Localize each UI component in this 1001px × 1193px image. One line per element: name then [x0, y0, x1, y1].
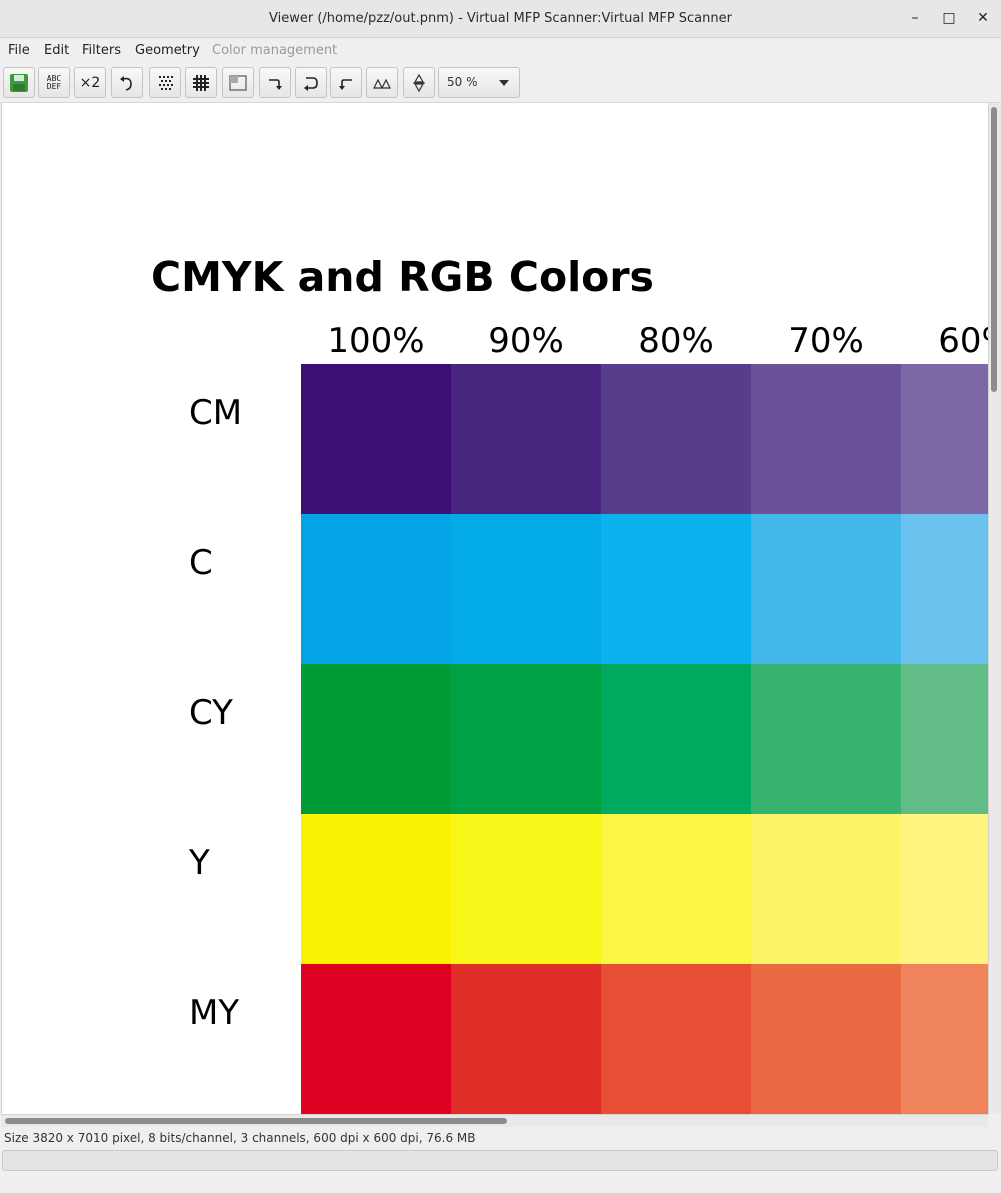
- title-bar: Viewer (/home/pzz/out.pnm) - Virtual MFP…: [0, 0, 1001, 38]
- color-swatch: [901, 664, 988, 814]
- color-swatch: [601, 964, 751, 1114]
- color-swatch: [601, 664, 751, 814]
- undo-button[interactable]: [111, 67, 143, 98]
- ocr-button[interactable]: ABC DEF: [38, 67, 70, 98]
- menu-edit[interactable]: Edit: [44, 38, 69, 64]
- horizontal-scrollbar[interactable]: [1, 1114, 988, 1127]
- color-swatch: [301, 664, 451, 814]
- document-title: CMYK and RGB Colors: [151, 253, 654, 301]
- color-swatch: [301, 364, 451, 514]
- status-bar: Size 3820 x 7010 pixel, 8 bits/channel, …: [4, 1131, 476, 1145]
- mirror-vertical-icon: [413, 73, 425, 92]
- menu-bar: File Edit Filters Geometry Color managem…: [0, 38, 1001, 64]
- color-swatch: [451, 964, 601, 1114]
- color-swatch: [301, 814, 451, 964]
- color-swatch: [751, 664, 901, 814]
- color-swatch: [901, 814, 988, 964]
- color-swatch: [751, 364, 901, 514]
- grid-button[interactable]: [185, 67, 217, 98]
- row-label: Y: [189, 843, 210, 883]
- menu-file[interactable]: File: [8, 38, 30, 64]
- chevron-down-icon: [499, 80, 509, 86]
- row-label: MY: [189, 993, 240, 1033]
- color-swatch: [601, 514, 751, 664]
- scale-x2-button[interactable]: ×2: [74, 67, 106, 98]
- grid-icon: [193, 74, 209, 91]
- mirror-horizontal-icon: [373, 78, 391, 89]
- rotate-right-icon: [269, 78, 282, 90]
- progress-bar: [2, 1150, 998, 1171]
- menu-color-management: Color management: [212, 43, 338, 58]
- scale-x2-icon: ×2: [79, 74, 101, 91]
- image-viewport[interactable]: CMYK and RGB Colors 100% 90% 80% 70% 60%…: [1, 103, 988, 1114]
- color-swatch: [751, 814, 901, 964]
- save-icon: [10, 73, 28, 92]
- color-swatch: [451, 814, 601, 964]
- color-swatch: [451, 664, 601, 814]
- undo-icon: [120, 75, 132, 91]
- menu-filters[interactable]: Filters: [82, 38, 121, 64]
- rotate-180-button[interactable]: [295, 67, 327, 98]
- row-label: C: [189, 543, 213, 583]
- color-swatch: [451, 514, 601, 664]
- dither-button[interactable]: [149, 67, 181, 98]
- color-swatch: [301, 964, 451, 1114]
- menu-geometry[interactable]: Geometry: [135, 38, 200, 64]
- color-swatch: [901, 364, 988, 514]
- mirror-horizontal-button[interactable]: [366, 67, 398, 98]
- window-title: Viewer (/home/pzz/out.pnm) - Virtual MFP…: [269, 11, 732, 26]
- ocr-icon: ABC DEF: [46, 73, 62, 91]
- color-swatch: [901, 514, 988, 664]
- column-label: 80%: [638, 321, 714, 361]
- dither-icon: [159, 75, 173, 90]
- color-swatch: [601, 364, 751, 514]
- rotate-180-icon: [304, 76, 318, 91]
- color-swatch: [601, 814, 751, 964]
- viewer-window: Viewer (/home/pzz/out.pnm) - Virtual MFP…: [0, 0, 1001, 1193]
- color-swatch: [751, 514, 901, 664]
- column-label: 100%: [327, 321, 425, 361]
- vertical-scrollbar-thumb[interactable]: [991, 107, 997, 392]
- toolbar: ABC DEF ×2 50 %: [0, 64, 1001, 103]
- vertical-scrollbar[interactable]: [988, 103, 1001, 1114]
- crop-button[interactable]: [222, 67, 254, 98]
- maximize-button[interactable]: □: [937, 6, 961, 30]
- zoom-select[interactable]: 50 %: [438, 67, 520, 98]
- color-swatch: [901, 964, 988, 1114]
- column-label: 60%: [938, 321, 988, 361]
- row-label: CY: [189, 693, 233, 733]
- close-button[interactable]: ✕: [971, 6, 995, 30]
- rotate-right-button[interactable]: [259, 67, 291, 98]
- row-label: CM: [189, 393, 243, 433]
- rotate-left-button[interactable]: [330, 67, 362, 98]
- crop-icon: [229, 74, 247, 91]
- column-label: 90%: [488, 321, 564, 361]
- column-label: 70%: [788, 321, 864, 361]
- color-swatch: [751, 964, 901, 1114]
- mirror-vertical-button[interactable]: [403, 67, 435, 98]
- rotate-left-icon: [339, 78, 352, 90]
- save-button[interactable]: [3, 67, 35, 98]
- color-swatch: [301, 514, 451, 664]
- zoom-value: 50 %: [447, 75, 478, 89]
- minimize-button[interactable]: –: [903, 6, 927, 30]
- color-swatch: [451, 364, 601, 514]
- horizontal-scrollbar-thumb[interactable]: [5, 1118, 507, 1124]
